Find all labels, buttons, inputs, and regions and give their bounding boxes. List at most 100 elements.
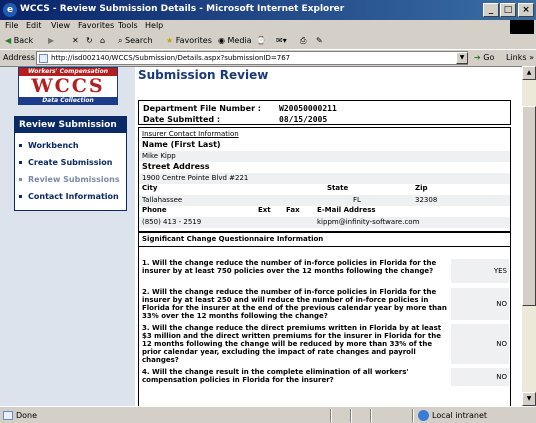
edit-button[interactable]: ✎ [316,36,323,45]
address-dropdown-button[interactable]: ▼ [456,52,468,64]
status-divider [330,409,332,422]
answer-1: YES [451,259,509,283]
zip-value: 32308 [415,196,438,204]
refresh-button[interactable]: ↻ [86,36,93,45]
bullet-icon [19,178,22,181]
menu-tools[interactable]: Tools [118,21,138,30]
vertical-scrollbar[interactable]: ▲ ▼ [522,66,536,406]
address-input[interactable]: http://isd002140/WCCS/Submission/Details… [36,51,468,65]
dept-file-value: W20050000211 [279,104,337,113]
search-label: Search [125,36,153,45]
menu-favorites[interactable]: Favorites [78,21,114,30]
status-bar: Done Local intranet [0,406,536,423]
back-label: Back [13,36,34,45]
links-label: Links [506,53,527,62]
scroll-down-button[interactable]: ▼ [522,392,536,406]
nav-item-create-submission[interactable]: Create Submission [19,158,112,167]
status-divider [350,409,352,422]
contact-section-title: Insurer Contact Information [142,130,239,138]
nav-header: Review Submission [15,117,126,133]
state-label: State [327,184,349,192]
city-label: City [142,184,158,192]
main-area: Submission Review Department File Number… [138,67,522,406]
star-icon: ★ [166,36,174,45]
zip-label: Zip [415,184,428,192]
address-url: http://isd002140/WCCS/Submission/Details… [51,54,291,62]
menu-edit[interactable]: Edit [26,21,42,30]
media-icon: ◉ [218,36,225,45]
security-zone: Local intranet [432,411,488,420]
history-button[interactable]: ⌚ [256,36,266,45]
details-box: Insurer Contact Information Name (First … [138,127,511,406]
street-value: 1900 Centre Pointe Blvd #221 [142,174,249,182]
address-bar: Address http://isd002140/WCCS/Submission… [0,49,536,65]
name-value-row: Mike Kipp [139,151,510,162]
favorites-label: Favorites [175,36,212,45]
intranet-globe-icon [418,410,429,421]
links-button[interactable]: Links » [506,53,534,62]
window-title: WCCS - Review Submission Details - Micro… [20,4,345,14]
back-button[interactable]: ◀ Back [5,36,33,45]
toolbar: ◀ Back ▶ ✕ ↻ ⌂ ⌕ Search ★ Favorites ◉ Me… [0,34,536,50]
stop-button[interactable]: ✕ [72,36,79,45]
logo-bottom-text: Data Collection [19,97,117,104]
answer-4: NO [451,368,509,386]
dept-file-label: Department File Number : [143,104,261,113]
bullet-icon [19,144,22,147]
mail-button[interactable]: ✉▾ [276,36,287,45]
submission-summary: Department File Number : W20050000211 Da… [138,100,511,125]
search-icon: ⌕ [118,36,123,45]
questionnaire-divider [139,246,510,247]
nav-item-label: Contact Information [28,192,119,201]
logo-big-text: WCCS [31,75,105,97]
scroll-thumb[interactable] [522,106,536,306]
home-button[interactable]: ⌂ [100,36,105,45]
search-button[interactable]: ⌕ Search [118,36,153,46]
forward-button[interactable]: ▶ [48,36,54,45]
answer-3: NO [451,324,509,364]
minimize-button[interactable]: _ [483,3,499,17]
print-button[interactable]: ⎙ [300,36,306,46]
street-label: Street Address [142,162,210,171]
maximize-button[interactable]: □ [500,3,516,17]
page-content: Workers' Compensation WCCS Data Collecti… [0,66,522,406]
nav-item-label: Workbench [28,141,79,150]
questionnaire-header: Significant Change Questionnaire Informa… [142,235,324,243]
wccs-logo: Workers' Compensation WCCS Data Collecti… [18,67,118,105]
favorites-button[interactable]: ★ Favorites [166,36,212,45]
nav-item-review-submissions[interactable]: Review Submissions [19,175,120,184]
close-button[interactable]: × [518,3,534,17]
state-value: FL [353,196,361,204]
fax-label: Fax [286,206,300,214]
status-text: Done [16,411,38,420]
bullet-icon [19,161,22,164]
page-icon [39,54,48,63]
media-button[interactable]: ◉ Media [218,36,252,45]
city-value: Tallahassee [142,196,183,204]
page-done-icon [3,411,13,420]
question-2: 2. Will the change reduce the number of … [142,288,447,320]
contact-section-row: Insurer Contact Information [139,130,510,140]
menu-file[interactable]: File [5,21,18,30]
menu-help[interactable]: Help [145,21,163,30]
phone-labels-row: Phone Ext Fax E-Mail Address [139,206,510,217]
question-3: 3. Will the change reduce the direct pre… [142,324,442,364]
street-value-row: 1900 Centre Pointe Blvd #221 [139,173,510,184]
menu-view[interactable]: View [51,21,70,30]
nav-item-contact-information[interactable]: Contact Information [19,192,119,201]
name-label: Name (First Last) [142,140,221,149]
street-label-row: Street Address [139,162,510,173]
go-button[interactable]: ➔ Go [474,53,494,62]
title-bar: e WCCS - Review Submission Details - Mic… [0,0,536,20]
address-label: Address [3,53,35,62]
questionnaire-header-row: Significant Change Questionnaire Informa… [139,235,510,245]
city-values-row: Tallahassee FL 32308 [139,195,510,206]
scroll-up-button[interactable]: ▲ [522,66,536,80]
ext-label: Ext [258,206,271,214]
go-label: Go [483,53,495,62]
name-label-row: Name (First Last) [139,140,510,151]
city-labels-row: City State Zip [139,184,510,195]
section-divider [139,231,510,233]
nav-item-workbench[interactable]: Workbench [19,141,79,150]
answer-2: NO [451,288,509,320]
